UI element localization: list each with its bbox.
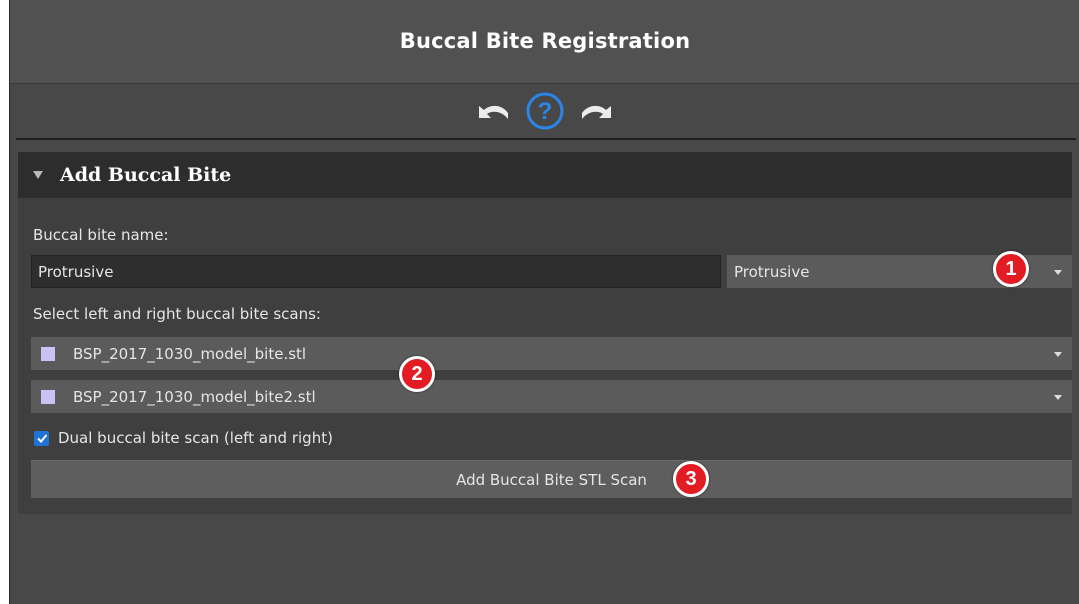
svg-text:?: ? <box>538 98 553 125</box>
checkmark-icon <box>36 434 47 443</box>
left-scan-file: BSP_2017_1030_model_bite.stl <box>73 344 307 363</box>
annotation-marker-3: 3 <box>673 461 709 497</box>
bite-name-preset-value: Protrusive <box>734 262 810 281</box>
redo-button[interactable] <box>579 100 615 122</box>
dual-scan-label: Dual buccal bite scan (left and right) <box>58 429 333 447</box>
panel-title: Add Buccal Bite <box>60 164 232 186</box>
add-buccal-bite-stl-scan-button[interactable]: Add Buccal Bite STL Scan <box>31 460 1072 498</box>
buccal-bite-name-value: Protrusive <box>38 262 114 281</box>
window-title: Buccal Bite Registration <box>399 29 691 53</box>
buccal-bite-name-input[interactable]: Protrusive <box>31 255 721 288</box>
scan-color-swatch <box>41 346 55 361</box>
title-bar: Buccal Bite Registration <box>10 0 1079 84</box>
toolbar-divider <box>16 138 1076 140</box>
toolbar: ? <box>10 84 1079 137</box>
dual-scan-checkbox[interactable] <box>34 430 49 446</box>
dual-scan-option[interactable]: Dual buccal bite scan (left and right) <box>34 429 333 447</box>
app-window: Buccal Bite Registration ? Add Buccal Bi… <box>9 0 1079 604</box>
buccal-bite-name-label: Buccal bite name: <box>33 226 169 244</box>
undo-icon <box>479 105 508 119</box>
chevron-down-icon <box>1054 351 1062 357</box>
redo-icon <box>582 105 611 119</box>
panel-header[interactable]: Add Buccal Bite <box>18 152 1072 198</box>
left-scan-dropdown[interactable]: BSP_2017_1030_model_bite.stl <box>31 337 1072 370</box>
collapse-triangle-icon[interactable] <box>33 171 43 179</box>
add-buccal-bite-panel: Add Buccal Bite Buccal bite name: Protru… <box>18 152 1072 514</box>
right-scan-file: BSP_2017_1030_model_bite2.stl <box>73 387 316 406</box>
annotation-marker-2: 2 <box>399 356 435 392</box>
chevron-down-icon <box>1054 394 1062 400</box>
help-button[interactable]: ? <box>525 91 565 131</box>
chevron-down-icon <box>1054 269 1062 275</box>
scans-label: Select left and right buccal bite scans: <box>33 305 321 323</box>
right-scan-dropdown[interactable]: BSP_2017_1030_model_bite2.stl <box>31 380 1072 413</box>
help-icon: ? <box>526 92 564 129</box>
undo-button[interactable] <box>475 100 511 122</box>
annotation-marker-1: 1 <box>993 251 1029 287</box>
scan-color-swatch <box>41 389 55 404</box>
